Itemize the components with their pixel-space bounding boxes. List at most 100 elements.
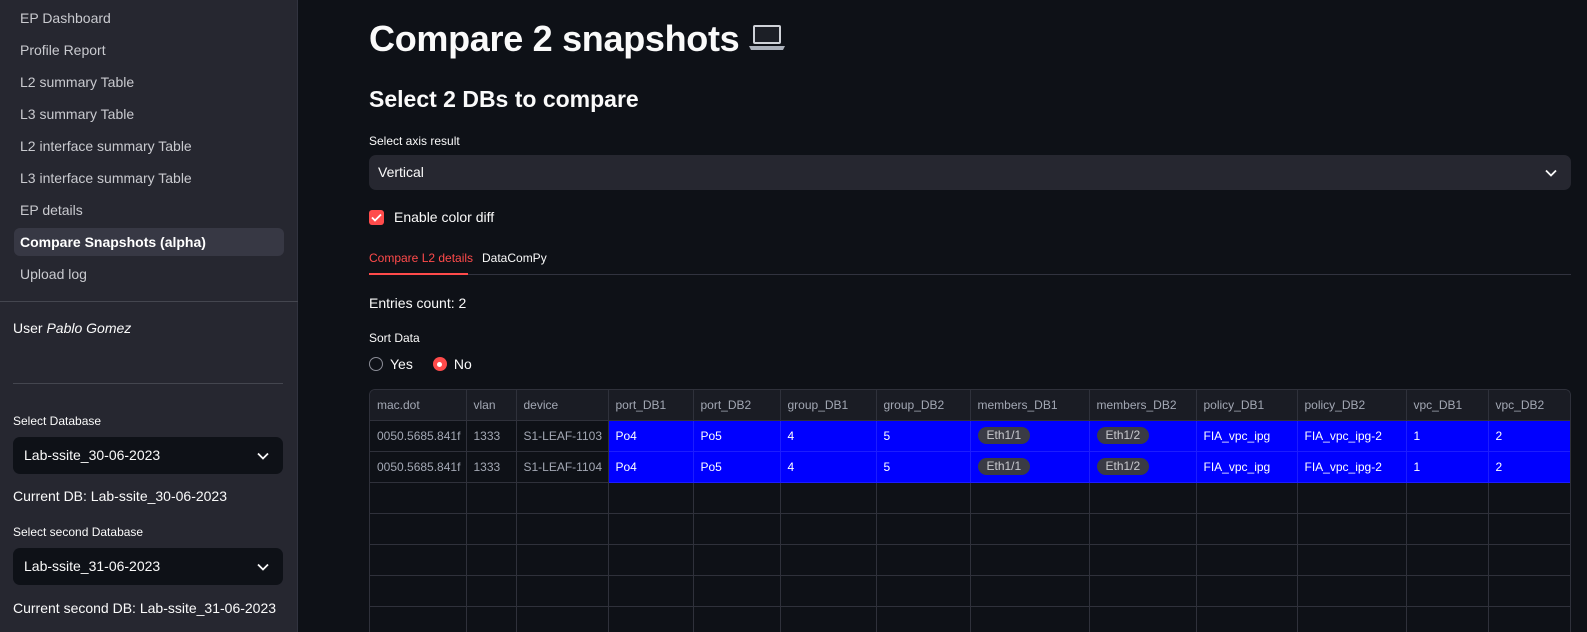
table-cell-empty[interactable] bbox=[608, 575, 694, 607]
table-cell-empty[interactable] bbox=[466, 606, 517, 632]
table-row-empty[interactable] bbox=[370, 482, 1570, 514]
table-cell-empty[interactable] bbox=[370, 544, 467, 576]
table-cell-empty[interactable] bbox=[1488, 544, 1570, 576]
table-cell-empty[interactable] bbox=[970, 575, 1090, 607]
sidebar-item-ep-dashboard[interactable]: EP Dashboard bbox=[14, 4, 284, 32]
table-cell[interactable]: 4 bbox=[780, 451, 877, 483]
table-cell-empty[interactable] bbox=[516, 544, 609, 576]
column-header-vpc-db1[interactable]: vpc_DB1 bbox=[1406, 390, 1489, 421]
table-cell-empty[interactable] bbox=[970, 606, 1090, 632]
sidebar-item-l3-summary[interactable]: L3 summary Table bbox=[14, 100, 284, 128]
table-cell[interactable]: Po4 bbox=[608, 451, 694, 483]
table-cell[interactable]: FIA_vpc_ipg-2 bbox=[1297, 420, 1407, 452]
table-cell-empty[interactable] bbox=[693, 513, 781, 545]
sidebar-item-upload-log[interactable]: Upload log bbox=[14, 260, 284, 288]
table-cell[interactable]: 2 bbox=[1488, 420, 1570, 452]
column-header-group-db1[interactable]: group_DB1 bbox=[780, 390, 877, 421]
table-cell-empty[interactable] bbox=[466, 513, 517, 545]
table-cell-empty[interactable] bbox=[1089, 544, 1197, 576]
sidebar-item-ep-details[interactable]: EP details bbox=[14, 196, 284, 224]
table-cell-empty[interactable] bbox=[1406, 544, 1489, 576]
color-diff-toggle[interactable]: Enable color diff bbox=[369, 208, 494, 226]
table-cell-empty[interactable] bbox=[970, 482, 1090, 514]
table-cell-empty[interactable] bbox=[1488, 575, 1570, 607]
tab-compare-l2-details[interactable]: Compare L2 details bbox=[369, 251, 473, 265]
table-cell[interactable]: 1333 bbox=[466, 451, 517, 483]
table-cell[interactable]: Po4 bbox=[608, 420, 694, 452]
table-row[interactable]: 0050.5685.841f 1333 S1-LEAF-1103 Po4 Po5 4 5 Et… bbox=[370, 420, 1570, 452]
column-header-device[interactable]: device bbox=[516, 390, 609, 421]
table-cell-empty[interactable] bbox=[1488, 513, 1570, 545]
column-header-policy-db2[interactable]: policy_DB2 bbox=[1297, 390, 1407, 421]
table-cell-empty[interactable] bbox=[1488, 606, 1570, 632]
table-cell[interactable]: 2 bbox=[1488, 451, 1570, 483]
table-cell-empty[interactable] bbox=[693, 482, 781, 514]
table-cell-empty[interactable] bbox=[1089, 513, 1197, 545]
sidebar-item-profile-report[interactable]: Profile Report bbox=[14, 36, 284, 64]
table-cell[interactable]: 1 bbox=[1406, 420, 1489, 452]
table-cell-empty[interactable] bbox=[780, 513, 877, 545]
sidebar-item-l3-interface-summary[interactable]: L3 interface summary Table bbox=[14, 164, 284, 192]
column-header-vlan[interactable]: vlan bbox=[466, 390, 517, 421]
table-cell[interactable]: 0050.5685.841f bbox=[370, 420, 467, 452]
table-cell-empty[interactable] bbox=[1089, 606, 1197, 632]
table-cell-empty[interactable] bbox=[608, 606, 694, 632]
table-row[interactable]: 0050.5685.841f 1333 S1-LEAF-1104 Po4 Po5 4 5 Et… bbox=[370, 451, 1570, 483]
column-header-mac-dot[interactable]: mac.dot bbox=[370, 390, 467, 421]
table-cell-empty[interactable] bbox=[370, 513, 467, 545]
table-row-empty[interactable] bbox=[370, 513, 1570, 545]
table-cell-empty[interactable] bbox=[1406, 575, 1489, 607]
table-cell-empty[interactable] bbox=[516, 482, 609, 514]
table-cell-empty[interactable] bbox=[1196, 606, 1298, 632]
table-cell-empty[interactable] bbox=[1297, 575, 1407, 607]
table-cell-empty[interactable] bbox=[693, 544, 781, 576]
column-header-port-db1[interactable]: port_DB1 bbox=[608, 390, 694, 421]
tab-datacompy[interactable]: DataComPy bbox=[482, 251, 547, 265]
table-cell[interactable]: S1-LEAF-1103 bbox=[516, 420, 609, 452]
table-cell[interactable]: Eth1/1 bbox=[970, 451, 1090, 483]
table-cell-empty[interactable] bbox=[466, 575, 517, 607]
sidebar-item-l2-interface-summary[interactable]: L2 interface summary Table bbox=[14, 132, 284, 160]
table-cell-empty[interactable] bbox=[970, 544, 1090, 576]
table-cell-empty[interactable] bbox=[1196, 482, 1298, 514]
table-cell-empty[interactable] bbox=[876, 544, 971, 576]
table-cell[interactable]: FIA_vpc_ipg-2 bbox=[1297, 451, 1407, 483]
table-cell-empty[interactable] bbox=[1406, 513, 1489, 545]
table-cell[interactable]: 4 bbox=[780, 420, 877, 452]
table-cell-empty[interactable] bbox=[1089, 482, 1197, 514]
table-row-empty[interactable] bbox=[370, 606, 1570, 632]
table-cell-empty[interactable] bbox=[1089, 575, 1197, 607]
table-cell-empty[interactable] bbox=[1196, 513, 1298, 545]
table-cell-empty[interactable] bbox=[466, 482, 517, 514]
radio-yes[interactable] bbox=[369, 357, 383, 371]
table-cell-empty[interactable] bbox=[876, 482, 971, 514]
table-cell-empty[interactable] bbox=[780, 606, 877, 632]
table-cell-empty[interactable] bbox=[370, 606, 467, 632]
table-cell-empty[interactable] bbox=[1406, 482, 1489, 514]
table-cell-empty[interactable] bbox=[780, 544, 877, 576]
comparison-table[interactable]: mac.dot vlan device port_DB1 port_DB2 group_D… bbox=[369, 389, 1571, 632]
sidebar-item-compare-snapshots[interactable]: Compare Snapshots (alpha) bbox=[14, 228, 284, 256]
sidebar-item-l2-summary[interactable]: L2 summary Table bbox=[14, 68, 284, 96]
column-header-members-db2[interactable]: members_DB2 bbox=[1089, 390, 1197, 421]
table-cell-empty[interactable] bbox=[466, 544, 517, 576]
table-cell-empty[interactable] bbox=[693, 606, 781, 632]
table-cell-empty[interactable] bbox=[1196, 544, 1298, 576]
table-cell-empty[interactable] bbox=[1297, 513, 1407, 545]
table-cell-empty[interactable] bbox=[370, 482, 467, 514]
table-cell-empty[interactable] bbox=[370, 575, 467, 607]
column-header-port-db2[interactable]: port_DB2 bbox=[693, 390, 781, 421]
table-cell[interactable]: 5 bbox=[876, 420, 971, 452]
table-cell-empty[interactable] bbox=[876, 513, 971, 545]
table-cell[interactable]: Eth1/2 bbox=[1089, 420, 1197, 452]
table-cell-empty[interactable] bbox=[1488, 482, 1570, 514]
table-cell[interactable]: 5 bbox=[876, 451, 971, 483]
table-cell-empty[interactable] bbox=[876, 606, 971, 632]
table-cell-empty[interactable] bbox=[516, 575, 609, 607]
table-cell[interactable]: Eth1/2 bbox=[1089, 451, 1197, 483]
table-cell-empty[interactable] bbox=[693, 575, 781, 607]
select-database-dropdown[interactable]: Lab-ssite_30-06-2023 bbox=[13, 437, 283, 474]
table-cell-empty[interactable] bbox=[516, 606, 609, 632]
table-row-empty[interactable] bbox=[370, 544, 1570, 576]
table-cell[interactable]: 0050.5685.841f bbox=[370, 451, 467, 483]
